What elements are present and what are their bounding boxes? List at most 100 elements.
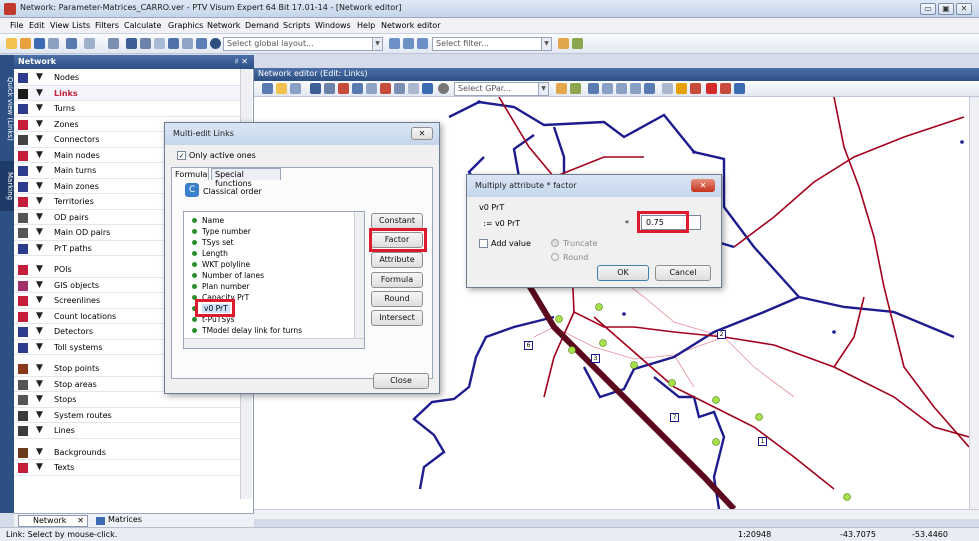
network-item-backgrounds[interactable]: ▼ Backgrounds — [14, 445, 240, 460]
filter-icon[interactable]: ▼ — [36, 447, 43, 457]
filter-icon[interactable]: ▼ — [36, 181, 43, 191]
filter-reset-icon[interactable] — [572, 38, 583, 49]
gpar-select[interactable]: Select GPar... ▼ — [454, 82, 549, 96]
filter-select[interactable]: Select filter... ▼ — [432, 37, 552, 51]
split-vertical-icon[interactable] — [417, 38, 428, 49]
chevron-down-icon[interactable]: ▼ — [541, 38, 551, 50]
attribute-tree-hscrollbar[interactable] — [184, 338, 364, 348]
list-icon[interactable] — [154, 38, 165, 49]
zoom-previous-icon[interactable] — [616, 83, 627, 94]
find-icon[interactable] — [310, 83, 321, 94]
attribute-item[interactable]: Plan number — [202, 282, 250, 291]
intersect-button[interactable]: Intersect — [371, 310, 423, 326]
map-vertical-scrollbar[interactable] — [969, 97, 979, 509]
filter-icon[interactable]: ▼ — [36, 280, 43, 290]
filter-icon[interactable]: ▼ — [36, 462, 43, 472]
tab-matrices[interactable]: Matrices — [94, 515, 154, 527]
constant-button[interactable]: Constant — [371, 213, 423, 229]
filter-more-icon[interactable] — [408, 83, 419, 94]
table-icon[interactable] — [324, 83, 335, 94]
network-item-texts[interactable]: ▼ Texts — [14, 460, 240, 476]
procedure-icon[interactable] — [126, 38, 137, 49]
filter-icon[interactable]: ▼ — [36, 243, 43, 253]
select-icon[interactable] — [276, 83, 287, 94]
zone-label[interactable]: 6 — [524, 341, 533, 350]
chevron-down-icon[interactable]: ▼ — [372, 38, 382, 50]
network-item-lines[interactable]: ▼ Lines — [14, 423, 240, 439]
attribute-item[interactable]: Length — [202, 249, 228, 258]
global-layout-select[interactable]: Select global layout... ▼ — [223, 37, 383, 51]
map-horizontal-scrollbar[interactable] — [254, 509, 979, 519]
only-active-checkbox[interactable]: ✓ — [177, 151, 186, 160]
menu-file[interactable]: File — [10, 21, 23, 30]
filter-icon[interactable]: ▼ — [36, 410, 43, 420]
filter-icon[interactable]: ▼ — [36, 425, 43, 435]
classical-order-icon[interactable]: C — [185, 183, 199, 197]
truncate-radio[interactable] — [551, 239, 559, 247]
run-icon[interactable] — [108, 38, 119, 49]
filter-icon[interactable]: ▼ — [36, 88, 43, 98]
draw-icon[interactable] — [676, 83, 687, 94]
gpar-save-icon[interactable] — [570, 83, 581, 94]
menu-windows[interactable]: Windows — [315, 21, 351, 30]
attribute-item[interactable]: Type number — [202, 227, 251, 236]
network-item-stops[interactable]: ▼ Stops — [14, 392, 240, 408]
filter-zones-icon[interactable] — [380, 83, 391, 94]
tab-marking[interactable]: Marking — [0, 161, 14, 211]
network-item-system-routes[interactable]: ▼ System routes — [14, 408, 240, 423]
tab-quick-view[interactable]: Quick view (Links) — [0, 61, 14, 156]
zone-label[interactable]: 3 — [591, 354, 600, 363]
zone-label[interactable]: 7 — [670, 413, 679, 422]
pan-icon[interactable] — [262, 83, 273, 94]
filter-icon[interactable]: ▼ — [36, 363, 43, 373]
view-icon[interactable] — [644, 83, 655, 94]
attribute-item[interactable]: Name — [202, 216, 224, 225]
filter-icon[interactable]: ▼ — [36, 379, 43, 389]
filter-icon[interactable]: ▼ — [36, 103, 43, 113]
network-item-links[interactable]: ▼ Links — [14, 85, 240, 101]
filter-links-icon[interactable] — [352, 83, 363, 94]
new-icon[interactable] — [6, 38, 17, 49]
zone-label[interactable]: 2 — [717, 330, 726, 339]
round-radio[interactable] — [551, 253, 559, 261]
screenshot-icon[interactable] — [734, 83, 745, 94]
zoom-next-icon[interactable] — [630, 83, 641, 94]
menu-lists[interactable]: Lists — [72, 21, 90, 30]
menu-demand[interactable]: Demand — [245, 21, 279, 30]
menu-graphics[interactable]: Graphics — [168, 21, 203, 30]
filter-icon[interactable]: ▼ — [36, 196, 43, 206]
menu-view[interactable]: View — [50, 21, 69, 30]
attribute-item[interactable]: TModel delay link for turns — [202, 326, 302, 335]
cancel-button[interactable]: Cancel — [655, 265, 711, 281]
tab-formula[interactable]: Formula — [171, 167, 209, 180]
filter-icon[interactable]: ▼ — [36, 227, 43, 237]
gpar-apply-icon[interactable] — [556, 83, 567, 94]
record-icon[interactable] — [706, 83, 717, 94]
menu-edit[interactable]: Edit — [29, 21, 45, 30]
filter-icon[interactable]: ▼ — [36, 264, 43, 274]
legend-editor-icon[interactable] — [422, 83, 433, 94]
filter-icon[interactable]: ▼ — [36, 150, 43, 160]
menu-scripts[interactable]: Scripts — [283, 21, 310, 30]
attribute-tree-scrollbar[interactable] — [354, 212, 364, 340]
grid-icon[interactable] — [720, 83, 731, 94]
edit-shape-icon[interactable] — [690, 83, 701, 94]
filter-icon[interactable]: ▼ — [36, 165, 43, 175]
round-button[interactable]: Round — [371, 291, 423, 307]
minimize-button[interactable]: ▭ — [920, 3, 936, 15]
graphics-icon[interactable] — [140, 38, 151, 49]
zoom-window-icon[interactable] — [588, 83, 599, 94]
filter-icon[interactable]: ▼ — [36, 311, 43, 321]
layout-icon[interactable] — [210, 38, 221, 49]
maximize-button[interactable]: ▣ — [938, 3, 954, 15]
close-button[interactable]: Close — [373, 373, 429, 389]
filter-icon[interactable]: ▼ — [36, 134, 43, 144]
close-icon[interactable]: ✕ — [691, 179, 715, 192]
open-icon[interactable] — [20, 38, 31, 49]
zoom-all-icon[interactable] — [602, 83, 613, 94]
legend-icon[interactable] — [196, 38, 207, 49]
save-icon[interactable] — [34, 38, 45, 49]
window-layout-icon[interactable] — [389, 38, 400, 49]
filter-icon[interactable]: ▼ — [36, 342, 43, 352]
attribute-item[interactable]: TSys set — [202, 238, 234, 247]
